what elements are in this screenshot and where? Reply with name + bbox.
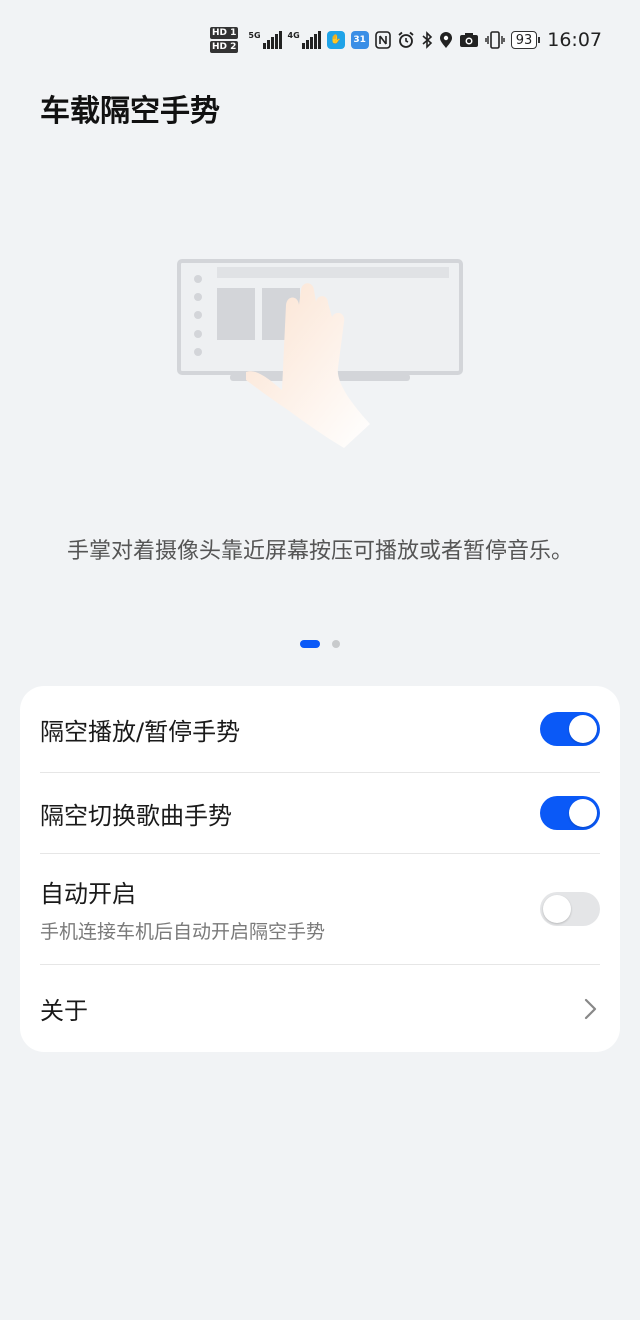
setting-about[interactable]: 关于 bbox=[40, 964, 600, 1052]
setting-auto-enable[interactable]: 自动开启 手机连接车机后自动开启隔空手势 bbox=[40, 853, 600, 964]
bluetooth-icon bbox=[421, 31, 433, 49]
page-indicator bbox=[0, 640, 640, 648]
setting-label: 隔空切换歌曲手势 bbox=[40, 801, 232, 830]
play-pause-toggle[interactable] bbox=[540, 712, 600, 746]
camera-icon bbox=[459, 32, 479, 48]
calendar-icon: 31 bbox=[350, 31, 369, 49]
setting-play-pause-gesture[interactable]: 隔空播放/暂停手势 bbox=[40, 686, 600, 772]
clock: 16:07 bbox=[547, 29, 602, 51]
net1-label: 5G bbox=[248, 31, 261, 40]
battery-level: 93 bbox=[515, 32, 533, 48]
net2-label: 4G bbox=[287, 31, 300, 40]
hd2-label: HD 2 bbox=[210, 41, 239, 53]
calendar-badge: 31 bbox=[353, 35, 366, 45]
hd1-label: HD 1 bbox=[210, 27, 239, 39]
switch-song-toggle[interactable] bbox=[540, 796, 600, 830]
battery-icon: 93 bbox=[510, 31, 540, 49]
setting-label: 关于 bbox=[40, 997, 88, 1025]
setting-switch-song-gesture[interactable]: 隔空切换歌曲手势 bbox=[40, 772, 600, 853]
nfc-icon bbox=[374, 31, 391, 49]
alarm-icon bbox=[397, 31, 415, 49]
gesture-illustration bbox=[170, 250, 470, 460]
location-icon bbox=[439, 31, 453, 49]
signal-5g-icon: 5G bbox=[248, 31, 282, 49]
settings-card: 隔空播放/暂停手势 隔空切换歌曲手势 自动开启 手机连接车机后自动开启隔空手势 … bbox=[20, 686, 620, 1052]
vibrate-icon bbox=[484, 31, 505, 49]
page-title: 车载隔空手势 bbox=[40, 94, 220, 129]
page-dot-active[interactable] bbox=[300, 640, 320, 648]
setting-label: 隔空播放/暂停手势 bbox=[40, 717, 241, 746]
app-hand-icon: ✋ bbox=[326, 31, 345, 49]
auto-enable-toggle[interactable] bbox=[540, 892, 600, 926]
status-bar: HD 1 HD 2 5G 4G ✋ 31 93 16:07 bbox=[0, 0, 640, 76]
signal-4g-icon: 4G bbox=[288, 31, 321, 49]
page-dot[interactable] bbox=[332, 640, 340, 648]
chevron-right-icon bbox=[584, 998, 597, 1019]
hd-icon: HD 1 HD 2 bbox=[210, 26, 239, 54]
gesture-description: 手掌对着摄像头靠近屏幕按压可播放或者暂停音乐。 bbox=[66, 539, 573, 564]
setting-sublabel: 手机连接车机后自动开启隔空手势 bbox=[40, 921, 326, 943]
setting-label: 自动开启 bbox=[40, 880, 136, 908]
